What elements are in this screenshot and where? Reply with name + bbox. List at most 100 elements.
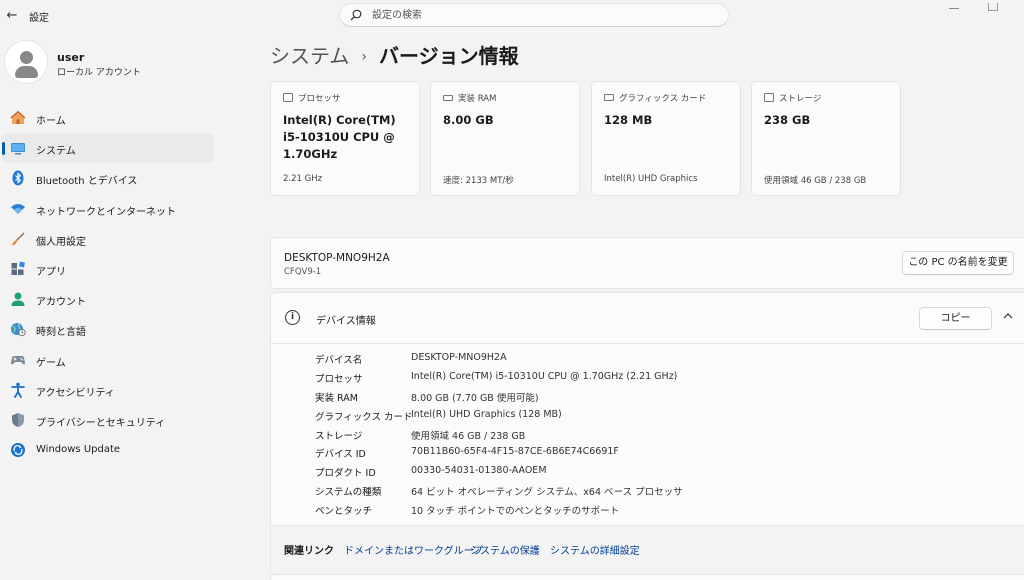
sidebar-item-apps[interactable]: アプリ — [2, 254, 214, 284]
system-display-icon — [11, 143, 25, 155]
spec-label: デバイス ID — [315, 449, 366, 461]
spec-value: Intel(R) Core(TM) i5-10310U CPU @ 1.70GH… — [411, 370, 678, 382]
spec-value: 70B11B60-65F4-4F15-87CE-6B6E74C6691F — [411, 446, 619, 458]
apps-icon — [11, 261, 25, 275]
storage-icon — [764, 93, 774, 102]
spec-value: Intel(R) UHD Graphics (128 MB) — [411, 408, 562, 420]
device-info-header[interactable]: i デバイス情報 コピー — [271, 293, 1024, 344]
sidebar-item-label: アクセシビリティ — [36, 387, 115, 399]
card-subtext: 速度: 2133 MT/秒 — [443, 176, 514, 186]
link-advanced-system-settings[interactable]: システムの詳細設定 — [550, 542, 640, 557]
sidebar-item-label: アプリ — [36, 266, 66, 278]
account-type: ローカル アカウント — [57, 68, 141, 78]
related-links-title: 関連リンク — [284, 546, 334, 557]
device-info-panel: i デバイス情報 コピー デバイス名 DESKTOP-MNO9H2A プロセッサ I… — [270, 292, 1024, 526]
device-info-title: デバイス情報 — [316, 316, 376, 327]
sidebar-item-personalization[interactable]: 個人用設定 — [2, 224, 214, 254]
back-arrow-icon[interactable]: ← — [4, 8, 20, 24]
spec-value: 00330-54031-01380-AAOEM — [411, 465, 547, 477]
breadcrumb: システム › バージョン情報 — [270, 40, 519, 69]
search-input[interactable] — [372, 6, 712, 24]
graphics-card-icon — [604, 94, 614, 101]
rename-pc-button[interactable]: この PC の名前を変更 — [902, 251, 1014, 275]
gaming-controller-icon — [11, 355, 25, 364]
spec-label: システムの種類 — [315, 487, 382, 499]
search-icon — [350, 9, 362, 21]
sidebar-item-accessibility[interactable]: アクセシビリティ — [2, 375, 214, 405]
avatar — [4, 40, 48, 84]
windows-update-icon — [11, 443, 25, 458]
card-label: グラフィックス カード — [619, 94, 707, 104]
link-system-protection[interactable]: システムの保護 — [470, 542, 540, 557]
paintbrush-icon — [12, 232, 25, 246]
spec-label: デバイス名 — [315, 355, 363, 366]
spec-card-processor: プロセッサ Intel(R) Core(TM) i5-10310U CPU @ … — [270, 81, 420, 196]
sidebar-item-network[interactable]: ネットワークとインターネット — [2, 194, 214, 224]
spec-card-graphics: グラフィックス カード 128 MB Intel(R) UHD Graphics — [591, 81, 741, 196]
title-bar: ← 設定 — [0, 0, 1024, 32]
search-box[interactable] — [339, 3, 729, 27]
shield-icon — [12, 412, 24, 427]
ram-icon — [443, 95, 453, 101]
bluetooth-icon — [12, 170, 24, 186]
info-icon: i — [285, 310, 300, 325]
breadcrumb-parent[interactable]: システム — [270, 44, 349, 68]
chevron-up-icon[interactable] — [1002, 310, 1014, 322]
sidebar-item-windows-update[interactable]: Windows Update — [2, 435, 214, 465]
wifi-icon — [11, 203, 25, 214]
processor-icon — [283, 93, 293, 102]
device-model: CFQV9-1 — [284, 267, 322, 277]
avatar-body — [15, 66, 38, 78]
spec-label: ペンとタッチ — [315, 506, 373, 518]
card-subtext: 2.21 GHz — [283, 174, 323, 184]
page-title: バージョン情報 — [379, 44, 519, 68]
spec-label: プロセッサ — [315, 373, 363, 385]
card-label: 実装 RAM — [458, 94, 497, 104]
sidebar-item-gaming[interactable]: ゲーム — [2, 345, 214, 375]
sidebar-nav: ホーム システム Bluetooth とデバイス ネットワークとインターネット … — [2, 103, 214, 465]
spec-label: ストレージ — [315, 430, 363, 442]
spec-value: 8.00 GB (7.70 GB 使用可能) — [411, 392, 539, 404]
home-icon — [10, 110, 26, 124]
spec-label: グラフィックス カード — [315, 411, 413, 423]
minimize-icon[interactable] — [949, 8, 959, 9]
sidebar-item-system[interactable]: システム — [2, 133, 214, 164]
time-language-icon — [11, 323, 26, 337]
card-value: 238 GB — [764, 113, 811, 127]
related-links: 関連リンク ドメインまたはワークグループ システムの保護 システムの詳細設定 — [270, 527, 1024, 572]
sidebar-item-bluetooth[interactable]: Bluetooth とデバイス — [2, 163, 214, 193]
chevron-right-icon: › — [361, 49, 368, 65]
spec-card-storage: ストレージ 238 GB 使用領域 46 GB / 238 GB — [751, 81, 901, 196]
spec-value: 使用領域 46 GB / 238 GB — [411, 430, 526, 442]
sidebar-item-privacy-security[interactable]: プライバシーとセキュリティ — [2, 405, 214, 435]
card-subtext: Intel(R) UHD Graphics — [604, 174, 698, 184]
maximize-icon[interactable] — [988, 3, 998, 11]
card-subtext: 使用領域 46 GB / 238 GB — [764, 176, 867, 186]
card-label: ストレージ — [779, 94, 822, 104]
account-icon — [11, 292, 25, 307]
spec-label: 実装 RAM — [315, 392, 358, 404]
sidebar-item-label: Windows Update — [36, 444, 121, 456]
card-value: Intel(R) Core(TM) i5-10310U CPU @ 1.70GH… — [283, 113, 396, 161]
accessibility-icon — [11, 382, 25, 398]
next-section-edge — [270, 574, 1024, 580]
link-domain-workgroup[interactable]: ドメインまたはワークグループ — [344, 542, 483, 557]
device-name-row: DESKTOP-MNO9H2A CFQV9-1 この PC の名前を変更 — [270, 237, 1024, 289]
user-name: user — [57, 51, 85, 64]
sidebar-item-home[interactable]: ホーム — [2, 103, 214, 133]
spec-value: 64 ビット オペレーティング システム、x64 ベース プロセッサ — [411, 487, 683, 499]
sidebar-item-label: ゲーム — [36, 357, 66, 369]
sidebar-item-time-language[interactable]: 時刻と言語 — [2, 314, 214, 344]
spec-card-ram: 実装 RAM 8.00 GB 速度: 2133 MT/秒 — [430, 81, 580, 196]
sidebar-item-accounts[interactable]: アカウント — [2, 284, 214, 314]
card-value: 8.00 GB — [443, 113, 494, 127]
copy-button[interactable]: コピー — [919, 307, 992, 330]
avatar-head — [20, 51, 33, 64]
sidebar-item-label: 時刻と言語 — [36, 327, 86, 339]
sidebar-item-label: 個人用設定 — [36, 236, 86, 248]
sidebar-item-label: システム — [36, 146, 76, 158]
sidebar-item-label: ネットワークとインターネット — [36, 206, 176, 218]
spec-value: DESKTOP-MNO9H2A — [411, 352, 507, 363]
sidebar-item-label: アカウント — [36, 297, 86, 309]
spec-label: プロダクト ID — [315, 468, 376, 480]
